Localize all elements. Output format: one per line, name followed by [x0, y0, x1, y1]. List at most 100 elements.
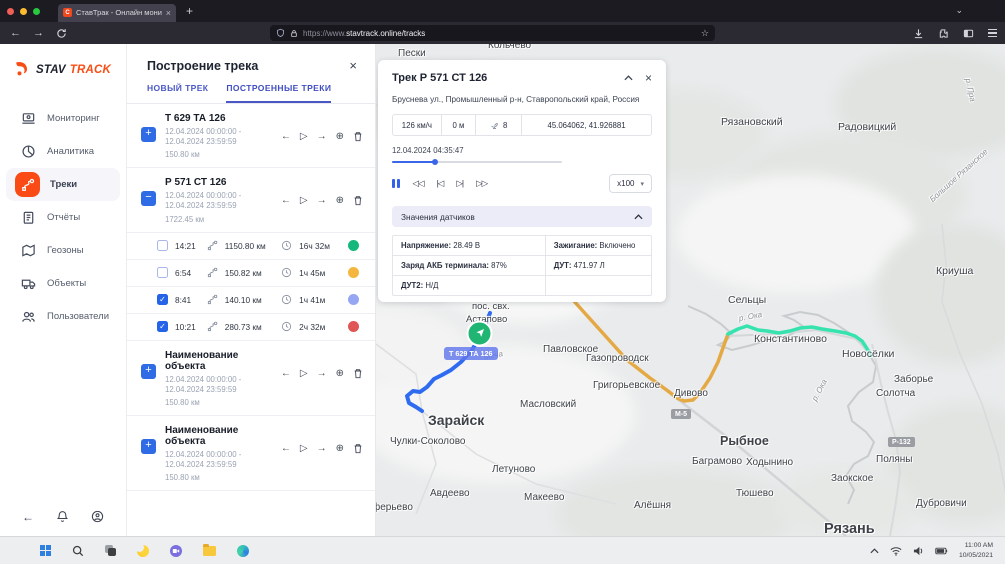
close-detail-icon[interactable]: ×: [645, 73, 652, 83]
firefox-icon[interactable]: [137, 545, 149, 557]
play-track-icon[interactable]: ▷: [300, 443, 308, 454]
track-item[interactable]: − Р 571 СТ 126 12.04.2024 00:00:00 - 12.…: [127, 168, 375, 232]
track-name: Т 629 ТА 126: [165, 113, 281, 124]
download-icon[interactable]: [913, 28, 924, 39]
map-label: Радовицкий: [838, 121, 896, 133]
reload-button[interactable]: [56, 28, 67, 39]
edge-browser-icon[interactable]: [237, 545, 249, 557]
track-segment-row[interactable]: 14:21 1150.80 км 16ч 32м: [127, 233, 375, 260]
collapse-sidebar-icon[interactable]: ←: [22, 510, 34, 524]
segment-checkbox[interactable]: [157, 267, 168, 278]
next-point-icon[interactable]: →: [317, 368, 327, 379]
close-panel-icon[interactable]: ×: [349, 61, 357, 71]
sidebar-toggle-icon[interactable]: [963, 28, 974, 39]
lock-icon[interactable]: [290, 29, 298, 38]
segment-checkbox[interactable]: [157, 321, 168, 332]
maximize-window-button[interactable]: [33, 8, 40, 15]
vehicle-marker[interactable]: [466, 320, 493, 347]
add-geopoint-icon[interactable]: ⊕: [336, 443, 344, 454]
start-button[interactable]: [40, 545, 51, 556]
next-point-icon[interactable]: →: [317, 443, 327, 454]
menu-button[interactable]: [988, 29, 997, 37]
notifications-bell-icon[interactable]: [56, 510, 69, 523]
windows-taskbar: 11:00 AM 10/05/2021: [0, 536, 1005, 564]
speed-multiplier-select[interactable]: x100 ▾: [609, 174, 652, 193]
close-window-button[interactable]: [7, 8, 14, 15]
delete-track-icon[interactable]: [353, 195, 363, 206]
next-point-icon[interactable]: →: [317, 131, 327, 142]
delete-track-icon[interactable]: [353, 131, 363, 142]
track-segment-row[interactable]: 8:41 140.10 км 1ч 41м: [127, 287, 375, 314]
segment-checkbox[interactable]: [157, 240, 168, 251]
delete-track-icon[interactable]: [353, 368, 363, 379]
prev-point-icon[interactable]: ←: [281, 131, 291, 142]
sidebar-item-objects[interactable]: Объекты: [6, 267, 120, 300]
sidebar-item-monitoring[interactable]: Мониторинг: [6, 102, 120, 135]
tab-built-tracks[interactable]: ПОСТРОЕННЫЕ ТРЕКИ: [226, 83, 331, 103]
prev-point-icon[interactable]: ←: [281, 195, 291, 206]
browser-tab[interactable]: С СтавТрак - Онлайн мониторин ×: [58, 4, 176, 22]
file-explorer-icon[interactable]: [203, 546, 216, 556]
search-icon[interactable]: [72, 545, 84, 557]
vehicle-plate-badge[interactable]: Т 629 ТА 126: [444, 347, 498, 360]
address-bar[interactable]: https://www.stavtrack.online/tracks ☆: [270, 25, 715, 41]
satellites-cell: 8: [476, 115, 522, 135]
bookmark-star-icon[interactable]: ☆: [701, 28, 709, 39]
collapse-panel-icon[interactable]: [624, 75, 633, 81]
track-item[interactable]: + Наименование объекта 12.04.2024 00:00:…: [127, 341, 375, 416]
delete-track-icon[interactable]: [353, 443, 363, 454]
minimize-window-button[interactable]: [20, 8, 27, 15]
prev-point-icon[interactable]: ←: [281, 368, 291, 379]
task-view-button[interactable]: [105, 545, 116, 556]
sidebar-item-users[interactable]: Пользователи: [6, 300, 120, 333]
sidebar-item-reports[interactable]: Отчёты: [6, 201, 120, 234]
video-call-app-icon[interactable]: [170, 545, 182, 557]
track-segment-row[interactable]: 10:21 280.73 км 2ч 32м: [127, 314, 375, 341]
pause-icon[interactable]: [392, 179, 400, 188]
play-track-icon[interactable]: ▷: [300, 131, 308, 142]
add-geopoint-icon[interactable]: ⊕: [336, 131, 344, 142]
tab-close-icon[interactable]: ×: [166, 8, 171, 18]
playback-slider[interactable]: [392, 161, 562, 163]
tray-chevron-icon[interactable]: [870, 548, 879, 554]
add-geopoint-icon[interactable]: ⊕: [336, 368, 344, 379]
stavtrack-logo-icon: [12, 60, 32, 80]
tab-new-track[interactable]: НОВЫЙ ТРЕК: [147, 83, 208, 103]
map-canvas[interactable]: КольчевоПескиРязановскийРадовицкийр. Пра…: [376, 44, 1005, 536]
sidebar-item-geozones[interactable]: Геозоны: [6, 234, 120, 267]
expand-icon[interactable]: +: [141, 439, 156, 454]
volume-icon[interactable]: [913, 546, 924, 556]
wifi-icon[interactable]: [890, 546, 902, 556]
step-back-icon[interactable]: |◁: [437, 178, 444, 189]
battery-icon[interactable]: [935, 547, 948, 555]
segment-checkbox[interactable]: [157, 294, 168, 305]
next-point-icon[interactable]: →: [317, 195, 327, 206]
sidebar-item-tracks[interactable]: Треки: [6, 168, 120, 201]
tracking-shield-icon[interactable]: [276, 28, 285, 38]
back-button[interactable]: ←: [10, 27, 21, 39]
track-item[interactable]: + Т 629 ТА 126 12.04.2024 00:00:00 - 12.…: [127, 104, 375, 168]
rewind-icon[interactable]: ◁◁: [413, 178, 424, 189]
add-geopoint-icon[interactable]: ⊕: [336, 195, 344, 206]
collapse-icon[interactable]: −: [141, 191, 156, 206]
prev-point-icon[interactable]: ←: [281, 443, 291, 454]
play-track-icon[interactable]: ▷: [300, 368, 308, 379]
new-tab-button[interactable]: +: [186, 4, 193, 18]
step-forward-icon[interactable]: ▷|: [456, 178, 463, 189]
fast-forward-icon[interactable]: ▷▷: [476, 178, 487, 189]
expand-icon[interactable]: +: [141, 364, 156, 379]
extensions-icon[interactable]: [938, 28, 949, 39]
taskbar-clock[interactable]: 11:00 AM 10/05/2021: [959, 541, 993, 559]
sensor-cell: Зажигание: Включено: [546, 236, 651, 256]
window-controls[interactable]: [7, 8, 40, 15]
sidebar-item-analytics[interactable]: Аналитика: [6, 135, 120, 168]
profile-icon[interactable]: [91, 510, 104, 523]
play-track-icon[interactable]: ▷: [300, 195, 308, 206]
track-segment-row[interactable]: 6:54 150.82 км 1ч 45м: [127, 260, 375, 287]
sensors-section-header[interactable]: Значения датчиков: [392, 206, 652, 227]
tab-list-chevron-icon[interactable]: ⌄: [955, 5, 963, 16]
forward-button[interactable]: →: [33, 27, 44, 39]
expand-icon[interactable]: +: [141, 127, 156, 142]
track-item[interactable]: + Наименование объекта 12.04.2024 00:00:…: [127, 416, 375, 491]
map-label: р. Ока: [810, 378, 829, 403]
